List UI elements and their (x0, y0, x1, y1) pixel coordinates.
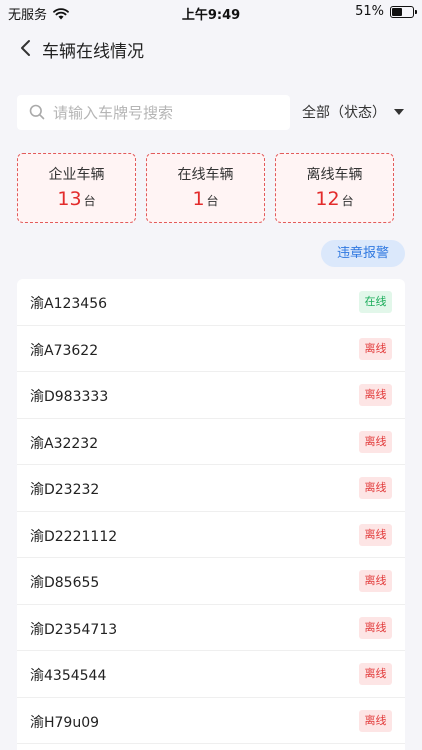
plate-number: 渝A123456 (30, 296, 108, 312)
list-item[interactable]: 渝A123456 在线 (17, 279, 405, 326)
status-badge: 离线 (359, 384, 392, 406)
plate-number: 渝H79u09 (30, 714, 100, 731)
vehicle-list: 渝A123456 在线 渝A73622 离线 渝D983333 离线 渝A322… (17, 279, 405, 750)
stat-number: 1 (192, 188, 205, 210)
stat-card-online: 在线车辆 1台 (146, 153, 265, 223)
battery-fill (392, 7, 403, 16)
stat-label: 企业车辆 (48, 167, 105, 183)
status-badge: 离线 (359, 570, 392, 592)
stat-card-offline: 离线车辆 12 台 (275, 153, 394, 223)
page-title: 车辆在线情况 (42, 42, 144, 62)
list-item[interactable]: 渝D2221112 离线 (17, 512, 405, 558)
search-input[interactable] (53, 95, 283, 130)
list-item[interactable]: 渝A32232 离线 (17, 419, 405, 465)
status-badge: 离线 (359, 616, 392, 639)
list-item[interactable]: 渝D2354713 离线 (17, 605, 405, 651)
caret-down-icon (394, 109, 404, 115)
status-filter-label: 全部（状态） (302, 105, 386, 121)
plate-number: 渝D2221112 (30, 528, 118, 545)
plate-number: 渝A73622 (30, 342, 99, 359)
search-icon (29, 104, 45, 120)
status-bar: 无服务 上午9:49 51% (0, 0, 422, 24)
status-badge: 在线 (359, 291, 392, 313)
stat-card-enterprise: 企业车辆 13 台 (17, 153, 136, 223)
stat-number: 13 (57, 188, 82, 210)
plate-number: 渝A32232 (30, 435, 99, 452)
list-item[interactable]: 渝D983333 离线 (17, 372, 405, 419)
plate-number: 渝D2354713 (30, 621, 118, 638)
status-badge: 离线 (359, 337, 392, 360)
status-badge: 离线 (359, 523, 392, 546)
back-button[interactable] (16, 38, 36, 58)
status-bar-right: 51% (355, 4, 417, 19)
status-badge: 离线 (359, 430, 392, 453)
plate-number: 渝D983333 (30, 389, 109, 405)
battery-icon (390, 5, 417, 18)
status-badge: 离线 (359, 709, 392, 732)
stat-label: 离线车辆 (306, 167, 363, 183)
search-box[interactable] (17, 95, 290, 130)
plate-number: 渝D23232 (30, 482, 100, 498)
stat-label: 在线车辆 (177, 167, 234, 183)
list-item[interactable]: 渝D85655 离线 (17, 558, 405, 605)
stat-number: 12 (315, 188, 340, 210)
battery-percent: 51% (355, 4, 384, 19)
list-item[interactable]: 渝4354544 离线 (17, 651, 405, 698)
status-badge: 离线 (359, 663, 392, 685)
stat-value: 12 台 (276, 188, 393, 210)
stat-unit: 台 (206, 194, 219, 208)
stat-unit: 台 (83, 194, 96, 208)
list-item[interactable]: 渝H79u09 离线 (17, 698, 405, 744)
status-badge: 离线 (359, 477, 392, 499)
violation-alarm-button[interactable]: 违章报警 (321, 240, 405, 267)
list-item[interactable]: 渝D23232 离线 (17, 465, 405, 512)
plate-number: 渝D85655 (30, 575, 100, 591)
stat-value: 13 台 (18, 188, 135, 210)
nav-bar: 车辆在线情况 (0, 28, 422, 68)
chevron-left-icon (21, 40, 30, 56)
stat-unit: 台 (341, 194, 354, 208)
plate-number: 渝4354544 (30, 668, 107, 684)
stat-value: 1台 (147, 188, 264, 210)
list-item[interactable]: 渝A73622 离线 (17, 326, 405, 372)
status-filter-dropdown[interactable]: 全部（状态） (302, 102, 404, 122)
